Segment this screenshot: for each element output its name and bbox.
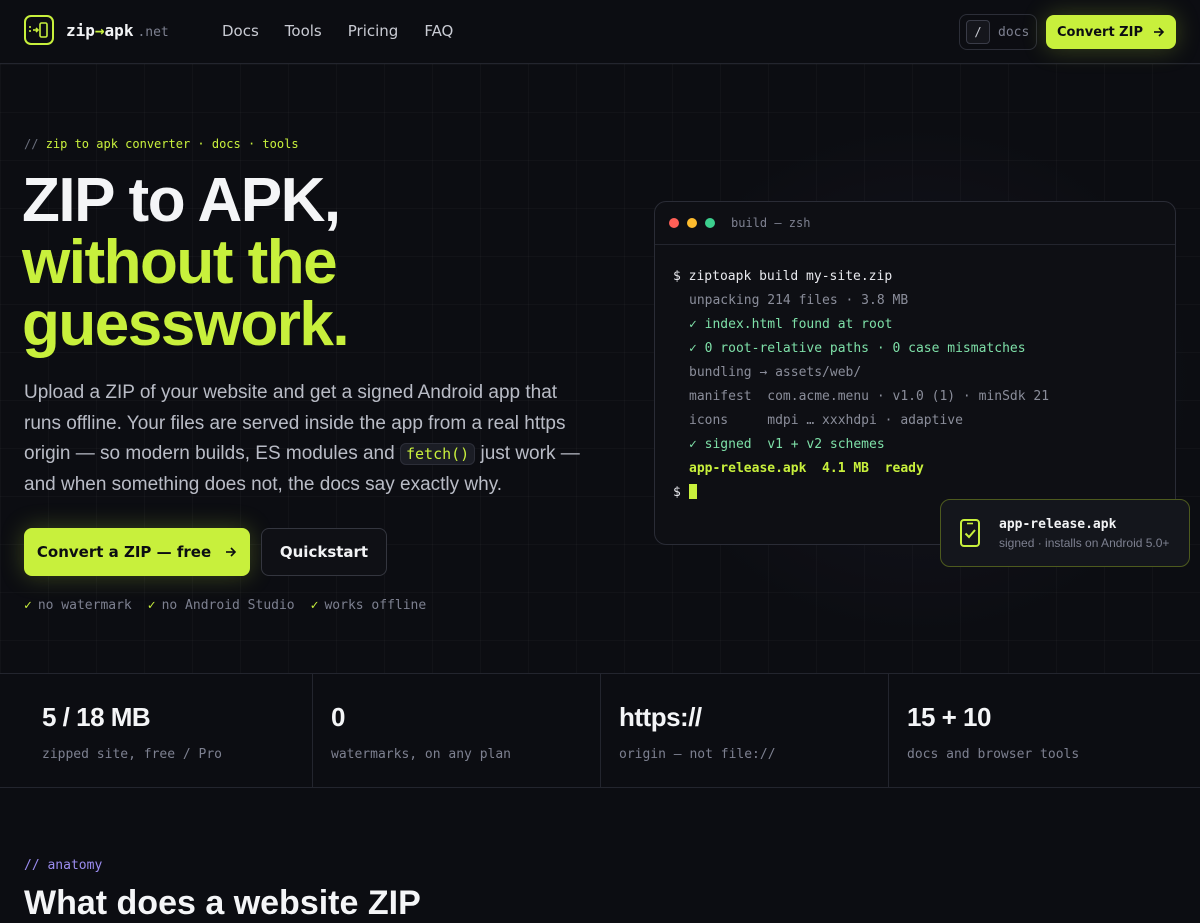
stat-label: docs and browser tools <box>907 747 1080 762</box>
stat-value: 5 / 18 MB <box>42 702 151 732</box>
nav-link-tools[interactable]: Tools <box>285 22 322 40</box>
anatomy-eyebrow: // anatomy <box>24 858 103 873</box>
hero-title-line-2: without the <box>22 228 338 297</box>
toast-subtitle: signed · installs on Android 5.0+ <box>999 535 1170 550</box>
eyebrow-text: zip to apk converter · docs · tools <box>45 137 299 151</box>
cursor-block <box>688 484 697 499</box>
terminal-line-ok: ✓ index.html found at root <box>689 317 893 332</box>
close-dot-icon <box>669 218 679 228</box>
top-nav: zip→apk .net Docs Tools Pricing FAQ / do… <box>0 0 1200 64</box>
terminal-title: build — zsh <box>731 216 811 230</box>
hero-checklist: ✓ no watermark ✓ no Android Studio ✓ works … <box>24 598 426 613</box>
phone-check-icon <box>960 519 980 547</box>
stat-card: 15 + 10 docs and browser tools <box>889 674 1200 787</box>
quickstart-button[interactable]: Quickstart <box>261 528 387 576</box>
check-item: ✓ no Android Studio <box>147 598 295 613</box>
check-icon: ✓ <box>147 598 156 613</box>
hero-lead: Upload a ZIP of your website and get a s… <box>24 378 594 500</box>
logo-wordmark: zip→apk <box>66 20 134 40</box>
terminal-line: manifest com.acme.menu · v1.0 (1) · minS… <box>689 389 1050 404</box>
minimize-dot-icon <box>687 218 697 228</box>
stat-card: 5 / 18 MB zipped site, free / Pro <box>0 674 313 787</box>
terminal-line-ok: ✓ signed v1 + v2 schemes <box>689 437 885 452</box>
arrow-right-icon <box>1153 27 1165 37</box>
terminal-command-line: $ ziptoapk build my-site.zip <box>673 269 893 284</box>
terminal-body: $ ziptoapk build my-site.zip unpacking 2… <box>655 245 1175 525</box>
arrow-right-icon <box>226 547 237 557</box>
stat-value: 0 <box>331 702 345 732</box>
docs-search-label: docs <box>998 24 1030 40</box>
terminal-line-result: app-release.apk 4.1 MB ready <box>689 461 924 476</box>
apk-ready-toast: app-release.apk signed · installs on And… <box>940 499 1190 567</box>
nav-link-pricing[interactable]: Pricing <box>348 22 399 40</box>
quickstart-label: Quickstart <box>279 543 369 561</box>
stat-card: 0 watermarks, on any plan <box>313 674 601 787</box>
hero-title: ZIP to APK, without the guesswork. <box>22 166 350 359</box>
fetch-code-pill: fetch() <box>399 443 476 465</box>
terminal-titlebar: build — zsh <box>655 202 1175 245</box>
slash-key-icon: / <box>966 20 990 44</box>
stat-value: 15 + 10 <box>907 702 991 732</box>
hero-title-line-1: ZIP to APK, <box>22 166 341 235</box>
check-item: ✓ no watermark <box>24 598 132 613</box>
stats-strip: 5 / 18 MB zipped site, free / Pro 0 wate… <box>0 673 1200 788</box>
terminal-line-ok: ✓ 0 root-relative paths · 0 case mismatc… <box>689 341 1026 356</box>
stat-label: zipped site, free / Pro <box>42 747 223 762</box>
convert-zip-button[interactable]: Convert ZIP <box>1046 15 1176 49</box>
docs-search-button[interactable]: / docs <box>959 14 1037 50</box>
check-icon: ✓ <box>310 598 319 613</box>
convert-zip-free-button[interactable]: Convert a ZIP — free <box>24 528 250 576</box>
logo-tld: .net <box>137 24 169 40</box>
anatomy-title: What does a website ZIP <box>24 884 421 922</box>
eyebrow-slashes: // <box>24 137 39 151</box>
maximize-dot-icon <box>705 218 715 228</box>
phone-arrow-icon <box>24 15 54 45</box>
convert-zip-free-label: Convert a ZIP — free <box>36 543 212 561</box>
check-icon: ✓ <box>24 598 32 613</box>
nav-links: Docs Tools Pricing FAQ <box>222 22 453 40</box>
stat-value: https:// <box>619 702 702 732</box>
terminal-line: bundling → assets/web/ <box>689 365 862 380</box>
terminal-line: unpacking 214 files · 3.8 MB <box>689 293 909 308</box>
terminal-line: icons mdpi … xxxhdpi · adaptive <box>689 413 963 428</box>
nav-link-faq[interactable]: FAQ <box>424 22 453 40</box>
hero-eyebrow: // zip to apk converter · docs · tools <box>24 137 299 151</box>
stat-card: https:// origin — not file:// <box>601 674 889 787</box>
check-item: ✓ works offline <box>310 598 427 613</box>
hero-title-line-3: guesswork. <box>22 290 350 359</box>
toast-text: app-release.apk signed · installs on And… <box>999 517 1169 550</box>
stat-label: origin — not file:// <box>619 747 776 762</box>
terminal-window: build — zsh $ ziptoapk build my-site.zip… <box>654 201 1176 545</box>
nav-link-docs[interactable]: Docs <box>222 22 259 40</box>
convert-zip-label: Convert ZIP <box>1057 24 1143 40</box>
logo[interactable]: zip→apk .net <box>24 15 169 45</box>
stat-label: watermarks, on any plan <box>331 747 512 762</box>
toast-title: app-release.apk <box>999 516 1117 532</box>
